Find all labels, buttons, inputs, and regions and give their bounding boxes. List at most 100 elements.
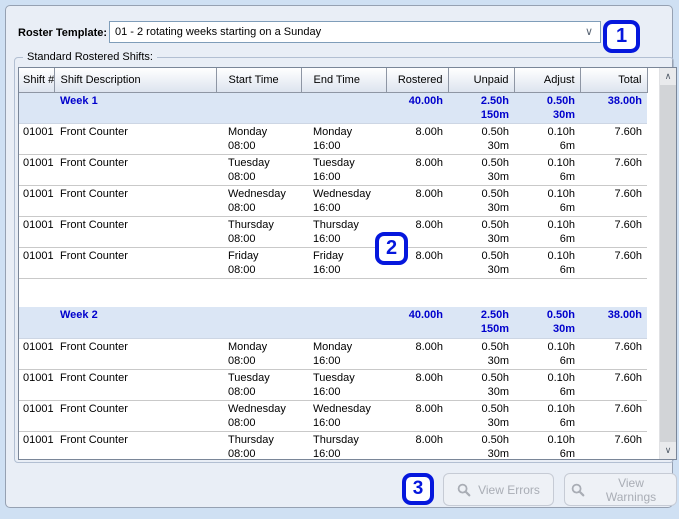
shift-row[interactable]: 01001Front CounterWednesday08:00Wednesda… [19, 400, 647, 431]
week-summary-row[interactable]: Week 240.00h2.50h150m0.50h30m38.00h [19, 307, 647, 338]
cell: Friday08:00 [216, 247, 301, 278]
scroll-down-icon[interactable]: ∨ [660, 442, 676, 459]
cell: Friday16:00 [301, 247, 386, 278]
cell: Tuesday08:00 [216, 369, 301, 400]
cell: 0.10h6m [514, 154, 580, 185]
cell: 0.10h6m [514, 338, 580, 369]
scrollbar-thumb[interactable] [660, 85, 676, 442]
shift-row[interactable]: 01001Front CounterMonday08:00Monday16:00… [19, 338, 647, 369]
cell: Front Counter [54, 154, 216, 185]
cell: 01001 [19, 369, 54, 400]
column-header-total[interactable]: Total [580, 68, 647, 92]
annotation-marker-1: 1 [603, 20, 640, 53]
shifts-table: Shift #Shift DescriptionStart TimeEnd Ti… [19, 68, 648, 459]
cell: 7.60h [580, 123, 647, 154]
cell: 38.00h [580, 92, 647, 123]
cell: Front Counter [54, 338, 216, 369]
cell: 0.50h30m [448, 154, 514, 185]
cell: 0.10h6m [514, 123, 580, 154]
roster-template-dropdown[interactable]: 01 - 2 rotating weeks starting on a Sund… [109, 21, 601, 43]
cell: Front Counter [54, 123, 216, 154]
column-header-shift-description[interactable]: Shift Description [54, 68, 216, 92]
cell: 7.60h [580, 154, 647, 185]
cell: 8.00h [386, 154, 448, 185]
roster-template-selected-value: 01 - 2 rotating weeks starting on a Sund… [115, 26, 321, 38]
shifts-grid: Shift #Shift DescriptionStart TimeEnd Ti… [18, 67, 677, 460]
shift-row[interactable]: 01001Front CounterThursday08:00Thursday1… [19, 431, 647, 459]
magnifier-icon [571, 483, 585, 497]
cell: Thursday08:00 [216, 216, 301, 247]
annotation-marker-3: 3 [402, 473, 434, 505]
column-header-rostered[interactable]: Rostered [386, 68, 448, 92]
cell: 40.00h [386, 307, 448, 338]
cell: Week 1 [54, 92, 216, 123]
cell: 0.50h30m [448, 431, 514, 459]
cell: 8.00h [386, 431, 448, 459]
cell: 01001 [19, 247, 54, 278]
cell: 01001 [19, 154, 54, 185]
cell: 7.60h [580, 431, 647, 459]
cell: 0.50h30m [514, 92, 580, 123]
cell: Monday16:00 [301, 123, 386, 154]
column-header-start-time[interactable]: Start Time [216, 68, 301, 92]
week-summary-row[interactable]: Week 1 40.00h2.50h150m0.50h30m38.00h [19, 92, 647, 123]
cell: 0.50h30m [448, 216, 514, 247]
cell: Monday08:00 [216, 123, 301, 154]
cell: 0.10h6m [514, 431, 580, 459]
magnifier-icon [457, 483, 471, 497]
cell: 7.60h [580, 369, 647, 400]
shift-row[interactable]: 01001Front CounterWednesday08:00Wednesda… [19, 185, 647, 216]
column-header-end-time[interactable]: End Time [301, 68, 386, 92]
cell: 0.10h6m [514, 400, 580, 431]
cell: Front Counter [54, 216, 216, 247]
cell: 01001 [19, 216, 54, 247]
cell: 01001 [19, 431, 54, 459]
view-warnings-button[interactable]: View Warnings [564, 473, 677, 506]
cell: 01001 [19, 400, 54, 431]
annotation-1-number: 1 [616, 25, 627, 48]
cell: Front Counter [54, 431, 216, 459]
column-header-unpaid[interactable]: Unpaid [448, 68, 514, 92]
cell: 01001 [19, 185, 54, 216]
cell: 38.00h [580, 307, 647, 338]
cell: 0.10h6m [514, 216, 580, 247]
shift-row[interactable]: 01001Front CounterTuesday08:00Tuesday16:… [19, 369, 647, 400]
cell: 8.00h [386, 369, 448, 400]
shift-row[interactable]: 01001Front CounterFriday08:00Friday16:00… [19, 247, 647, 278]
annotation-marker-2: 2 [375, 232, 408, 265]
shift-row[interactable]: 01001Front CounterTuesday08:00Tuesday16:… [19, 154, 647, 185]
shift-row[interactable]: 01001Front CounterThursday08:00Thursday1… [19, 216, 647, 247]
shifts-table-header: Shift #Shift DescriptionStart TimeEnd Ti… [19, 68, 647, 92]
scroll-up-icon[interactable]: ∧ [660, 68, 676, 85]
cell: Wednesday08:00 [216, 400, 301, 431]
cell [19, 92, 54, 123]
cell: Tuesday16:00 [301, 154, 386, 185]
groupbox-title: Standard Rostered Shifts: [23, 51, 157, 63]
cell: 2.50h150m [448, 92, 514, 123]
cell: 0.50h30m [448, 338, 514, 369]
spacer-row [19, 278, 647, 307]
shifts-grid-viewport: Shift #Shift DescriptionStart TimeEnd Ti… [19, 68, 659, 459]
cell: Front Counter [54, 185, 216, 216]
cell: 0.10h6m [514, 247, 580, 278]
cell: Front Counter [54, 369, 216, 400]
shift-row[interactable]: 01001Front CounterMonday08:00Monday16:00… [19, 123, 647, 154]
column-header-shift-[interactable]: Shift # [19, 68, 54, 92]
cell: 0.50h30m [448, 369, 514, 400]
cell: 01001 [19, 123, 54, 154]
cell: 0.50h30m [514, 307, 580, 338]
cell: 0.10h6m [514, 185, 580, 216]
cell: 40.00h [386, 92, 448, 123]
roster-panel: Roster Template: 01 - 2 rotating weeks s… [5, 5, 673, 508]
chevron-down-icon: ∨ [585, 22, 593, 42]
column-header-adjust[interactable]: Adjust [514, 68, 580, 92]
cell: Thursday16:00 [301, 216, 386, 247]
cell: Front Counter [54, 400, 216, 431]
cell: 0.10h6m [514, 369, 580, 400]
view-errors-button[interactable]: View Errors [443, 473, 554, 506]
vertical-scrollbar[interactable]: ∧ ∨ [659, 68, 676, 459]
cell: 01001 [19, 338, 54, 369]
cell: Week 2 [54, 307, 216, 338]
cell: 7.60h [580, 216, 647, 247]
cell: 7.60h [580, 338, 647, 369]
